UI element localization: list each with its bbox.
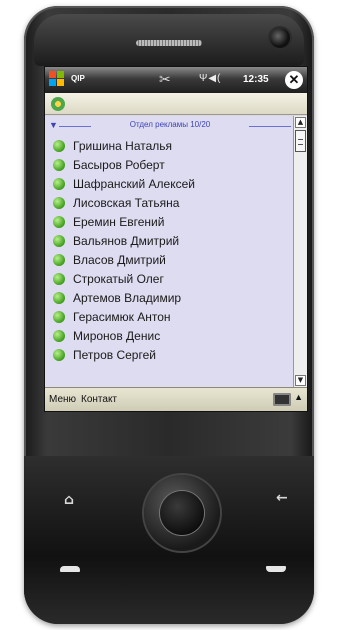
signal-volume-icons[interactable]: Ψ◀( bbox=[199, 73, 221, 84]
home-key-icon[interactable]: ⌂ bbox=[64, 492, 74, 508]
contact-item[interactable]: Еремин Евгений bbox=[51, 213, 291, 232]
contact-name: Артемов Владимир bbox=[73, 291, 182, 305]
toolbar bbox=[45, 93, 307, 115]
online-status-icon bbox=[53, 311, 65, 323]
front-camera bbox=[270, 28, 290, 48]
contact-name: Басыров Роберт bbox=[73, 158, 165, 172]
dpad-center-button[interactable] bbox=[160, 491, 204, 535]
online-status-icon bbox=[53, 235, 65, 247]
contact-name: Еремин Евгений bbox=[73, 215, 165, 229]
scroll-up-icon[interactable]: ▲ bbox=[295, 117, 306, 128]
contact-item[interactable]: Артемов Владимир bbox=[51, 289, 291, 308]
contact-item[interactable]: Вальянов Дмитрий bbox=[51, 232, 291, 251]
contact-item[interactable]: Строкатый Олег bbox=[51, 270, 291, 289]
sip-arrow-icon[interactable]: ▲ bbox=[294, 392, 303, 402]
online-status-icon bbox=[53, 197, 65, 209]
contact-list: ▼ Отдел рекламы 10/20 Гришина Наталья Ба… bbox=[45, 116, 295, 389]
scroll-down-icon[interactable]: ▼ bbox=[295, 375, 306, 386]
scroll-thumb[interactable] bbox=[295, 130, 306, 152]
end-call-key-icon[interactable] bbox=[266, 566, 286, 572]
divider bbox=[59, 126, 91, 127]
online-status-icon bbox=[53, 330, 65, 342]
close-button[interactable]: ✕ bbox=[285, 71, 303, 89]
online-status-icon bbox=[53, 178, 65, 190]
app-title: QIP bbox=[71, 74, 85, 83]
contact-name: Герасимюк Антон bbox=[73, 310, 171, 324]
contact-name: Гришина Наталья bbox=[73, 139, 173, 153]
divider bbox=[249, 126, 291, 127]
contact-name: Лисовская Татьяна bbox=[73, 196, 180, 210]
contact-name: Шафранский Алексей bbox=[73, 177, 195, 191]
clock[interactable]: 12:35 bbox=[243, 74, 269, 85]
contact-name: Миронов Денис bbox=[73, 329, 161, 343]
contact-item[interactable]: Власов Дмитрий bbox=[51, 251, 291, 270]
contact-name: Петров Сергей bbox=[73, 348, 156, 362]
contact-item[interactable]: Герасимюк Антон bbox=[51, 308, 291, 327]
online-status-icon bbox=[53, 254, 65, 266]
online-status-icon bbox=[53, 292, 65, 304]
contact-item[interactable]: Гришина Наталья bbox=[51, 137, 291, 156]
softkey-bar: Меню Контакт ▲ bbox=[45, 387, 307, 411]
menu-softkey[interactable]: Меню bbox=[49, 394, 76, 405]
contact-item[interactable]: Басыров Роберт bbox=[51, 156, 291, 175]
contact-name: Строкатый Олег bbox=[73, 272, 164, 286]
contact-item[interactable]: Петров Сергей bbox=[51, 346, 291, 365]
windows-start-icon[interactable] bbox=[49, 71, 67, 89]
contact-softkey[interactable]: Контакт bbox=[81, 394, 117, 405]
call-key-icon[interactable] bbox=[60, 566, 80, 572]
online-status-icon bbox=[53, 349, 65, 361]
qip-status-flower-icon[interactable] bbox=[51, 97, 65, 111]
back-key-icon[interactable]: ← bbox=[276, 490, 288, 506]
group-header[interactable]: ▼ Отдел рекламы 10/20 bbox=[47, 120, 293, 134]
online-status-icon bbox=[53, 216, 65, 228]
online-status-icon bbox=[53, 159, 65, 171]
status-bar: QIP ✂ Ψ◀( 12:35 ✕ bbox=[45, 67, 307, 93]
contact-item[interactable]: Лисовская Татьяна bbox=[51, 194, 291, 213]
contact-item[interactable]: Миронов Денис bbox=[51, 327, 291, 346]
group-label: Отдел рекламы 10/20 bbox=[129, 120, 211, 129]
earpiece-speaker bbox=[136, 40, 202, 46]
collapse-arrow-icon[interactable]: ▼ bbox=[49, 120, 58, 130]
contact-item[interactable]: Шафранский Алексей bbox=[51, 175, 291, 194]
contact-name: Вальянов Дмитрий bbox=[73, 234, 180, 248]
online-status-icon bbox=[53, 140, 65, 152]
keyboard-icon[interactable] bbox=[273, 393, 291, 406]
device-screen: QIP ✂ Ψ◀( 12:35 ✕ ▼ Отдел рекламы 10/20 … bbox=[44, 66, 308, 412]
connection-icon[interactable]: ✂ bbox=[159, 71, 171, 88]
scrollbar[interactable]: ▲ ▼ bbox=[293, 116, 307, 389]
online-status-icon bbox=[53, 273, 65, 285]
contact-name: Власов Дмитрий bbox=[73, 253, 166, 267]
